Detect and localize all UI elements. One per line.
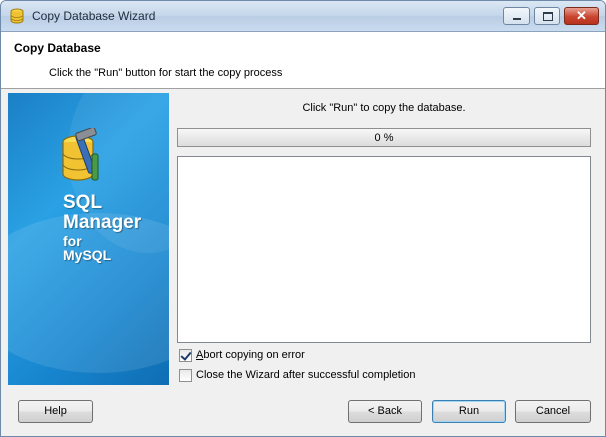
maximize-button[interactable] bbox=[534, 7, 560, 25]
product-brand: SQL Manager for MySQL bbox=[63, 193, 141, 262]
brand-line-for: for bbox=[63, 233, 82, 249]
abort-on-error-label[interactable]: Abort copying on error bbox=[196, 349, 305, 361]
abort-on-error-option[interactable]: Abort copying on error bbox=[179, 347, 305, 363]
brand-line-manager: Manager bbox=[63, 212, 142, 233]
brand-line-sql: SQL bbox=[63, 192, 103, 213]
database-tools-icon bbox=[62, 128, 99, 181]
page-subtitle: Click the "Run" button for start the cop… bbox=[49, 67, 283, 79]
title-bar[interactable]: Copy Database Wizard ✕ bbox=[1, 1, 605, 32]
instruction-text: Click "Run" to copy the database. bbox=[302, 102, 466, 114]
help-button[interactable]: Help bbox=[18, 400, 93, 423]
close-after-completion-label[interactable]: Close the Wizard after successful comple… bbox=[196, 369, 415, 381]
window-title: Copy Database Wizard bbox=[32, 9, 156, 23]
copy-progress-bar: 0 % bbox=[177, 128, 591, 147]
brand-line-mysql: MySQL bbox=[63, 247, 112, 263]
cancel-button-label: Cancel bbox=[535, 405, 571, 417]
wizard-window: Copy Database Wizard ✕ Copy Database Cli… bbox=[0, 0, 606, 437]
close-after-completion-option[interactable]: Close the Wizard after successful comple… bbox=[179, 367, 415, 383]
close-button[interactable]: ✕ bbox=[564, 7, 599, 25]
close-after-completion-checkbox[interactable] bbox=[179, 368, 192, 382]
back-button[interactable]: < Back bbox=[348, 400, 422, 423]
close-icon: ✕ bbox=[576, 8, 587, 23]
run-button-label: Run bbox=[458, 405, 480, 417]
wizard-header: Copy Database Click the "Run" button for… bbox=[1, 32, 605, 89]
side-banner: SQL Manager for MySQL bbox=[8, 93, 169, 385]
database-app-icon bbox=[10, 8, 24, 24]
log-output-area[interactable] bbox=[177, 156, 591, 343]
page-title: Copy Database bbox=[14, 41, 101, 55]
cancel-button[interactable]: Cancel bbox=[515, 400, 591, 423]
minimize-button[interactable] bbox=[503, 7, 530, 25]
abort-on-error-checkbox[interactable] bbox=[179, 348, 192, 362]
back-button-label: < Back bbox=[368, 405, 402, 417]
help-button-label: Help bbox=[44, 405, 67, 417]
progress-label: 0 % bbox=[374, 132, 394, 144]
run-button[interactable]: Run bbox=[432, 400, 506, 423]
